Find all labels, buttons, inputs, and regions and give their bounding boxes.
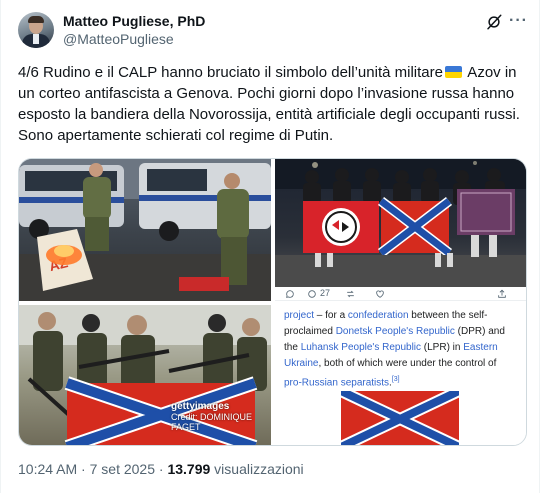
tweet-text-part1: 4/6 Rudino e il CALP hanno bruciato il s…	[18, 64, 443, 81]
reply-icon	[286, 290, 294, 298]
grok-icon[interactable]	[485, 13, 503, 31]
wikipedia-link[interactable]: Ukraine	[284, 358, 318, 369]
photo-flags-group-art	[275, 159, 526, 301]
views-count: 13.799	[167, 461, 211, 477]
tweet-meta: 10:24 AM · 7 set 2025 · 13.799 visualizz…	[18, 461, 304, 477]
more-options-icon[interactable]: ···	[509, 12, 528, 30]
media-grid: AZ	[18, 158, 527, 446]
wikipedia-screenshot[interactable]: project – for a confederation between th…	[275, 305, 526, 445]
wikipedia-text-run: , both of which were under the control o…	[318, 358, 497, 369]
photo-overlay-action-bar: 27	[275, 287, 526, 301]
author-name[interactable]: Matteo Pugliese, PhD	[63, 13, 205, 29]
photo-burning-symbol[interactable]: AZ	[19, 159, 271, 301]
wikipedia-text: project – for a confederation between th…	[284, 308, 524, 391]
retweet-count: 27	[320, 288, 331, 298]
wikipedia-link[interactable]: [3]	[392, 376, 400, 383]
avatar[interactable]	[18, 12, 54, 48]
views-label: visualizzazioni	[210, 461, 304, 477]
author-handle[interactable]: @MatteoPugliese	[63, 31, 174, 47]
share-icon	[498, 289, 506, 298]
wikipedia-link[interactable]: Luhansk People's Republic	[301, 342, 421, 353]
tweet-card[interactable]: Matteo Pugliese, PhD @MatteoPugliese ···…	[0, 0, 540, 493]
wikipedia-line: proclaimed Donetsk People's Republic (DP…	[284, 324, 524, 340]
wikipedia-text-run: between the self-	[408, 310, 488, 321]
reply-icon-alt	[308, 290, 316, 298]
wikipedia-line: pro-Russian separatists.[3]	[284, 372, 524, 391]
meta-separator-2: ·	[155, 461, 168, 477]
getty-watermark: gettyimages Credit: DOMINIQUE FAGET	[171, 401, 271, 433]
wikipedia-link[interactable]: confederation	[348, 310, 409, 321]
wikipedia-text-run: (DPR) and	[454, 326, 505, 337]
wikipedia-link[interactable]: pro-Russian separatists	[284, 377, 389, 388]
wikipedia-line: the Luhansk People's Republic (LPR) in E…	[284, 340, 524, 356]
wikipedia-link[interactable]: Eastern	[463, 342, 497, 353]
photo-burning-symbol-art: AZ	[19, 159, 271, 301]
meta-separator: ·	[77, 461, 90, 477]
getty-credit: Credit: DOMINIQUE FAGET	[171, 412, 253, 432]
tweet-time[interactable]: 10:24 AM	[18, 461, 77, 477]
like-icon	[376, 290, 384, 298]
photo-flags-group[interactable]: 27	[275, 159, 526, 301]
wikipedia-text-run: (LPR) in	[421, 342, 464, 353]
novorossiya-flag-image	[341, 391, 459, 445]
getty-logo: gettyimages	[171, 401, 230, 412]
avatar-hair	[28, 16, 44, 23]
retweet-icon	[347, 290, 354, 298]
tweet-text: 4/6 Rudino e il CALP hanno bruciato il s…	[18, 62, 528, 146]
wikipedia-link[interactable]: Donetsk People's Republic	[336, 326, 455, 337]
wikipedia-line: Ukraine, both of which were under the co…	[284, 356, 524, 372]
wikipedia-text-run: – for a	[314, 310, 348, 321]
photo-armed-men[interactable]: gettyimages Credit: DOMINIQUE FAGET	[19, 305, 271, 445]
wikipedia-link[interactable]: project	[284, 310, 314, 321]
avatar-shirt	[33, 34, 39, 44]
wikipedia-line: project – for a confederation between th…	[284, 308, 524, 324]
tweet-date[interactable]: 7 set 2025	[90, 461, 155, 477]
ukraine-flag-icon	[444, 66, 462, 78]
wikipedia-text-run: proclaimed	[284, 326, 336, 337]
wikipedia-text-run: the	[284, 342, 301, 353]
